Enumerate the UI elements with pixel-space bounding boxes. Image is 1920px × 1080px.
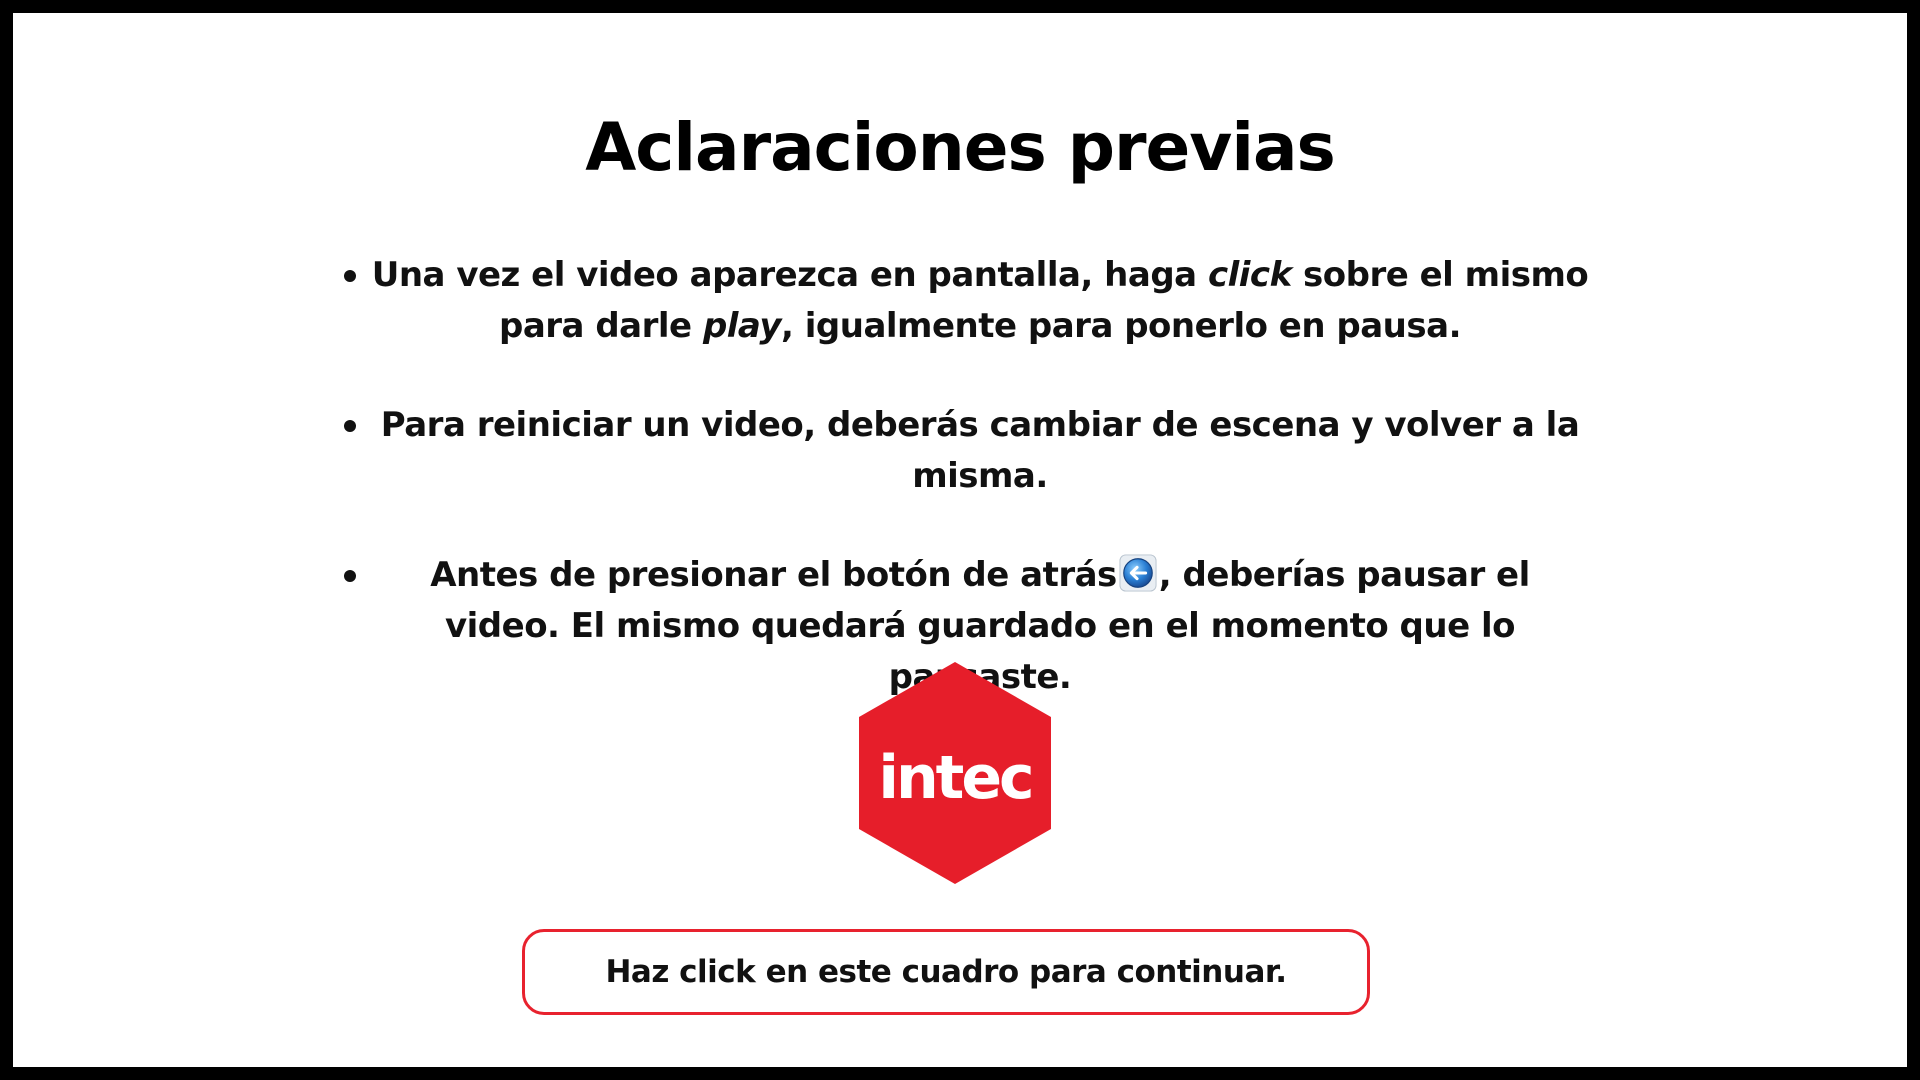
list-item: Una vez el video aparezca en pantalla, h… [330,250,1590,352]
bullet-dot [344,570,356,582]
bullet-dot [344,270,356,282]
bullet-dot [344,420,356,432]
logo-text: intec [878,743,1031,813]
list-item: Para reiniciar un video, deberás cambiar… [330,400,1590,502]
intec-logo: intec [859,662,1051,884]
page-title: Aclaraciones previas [585,109,1336,186]
continue-button[interactable]: Haz click en este cuadro para continuar. [522,929,1370,1015]
back-arrow-icon [1119,554,1157,592]
continue-button-label: Haz click en este cuadro para continuar. [605,954,1287,990]
